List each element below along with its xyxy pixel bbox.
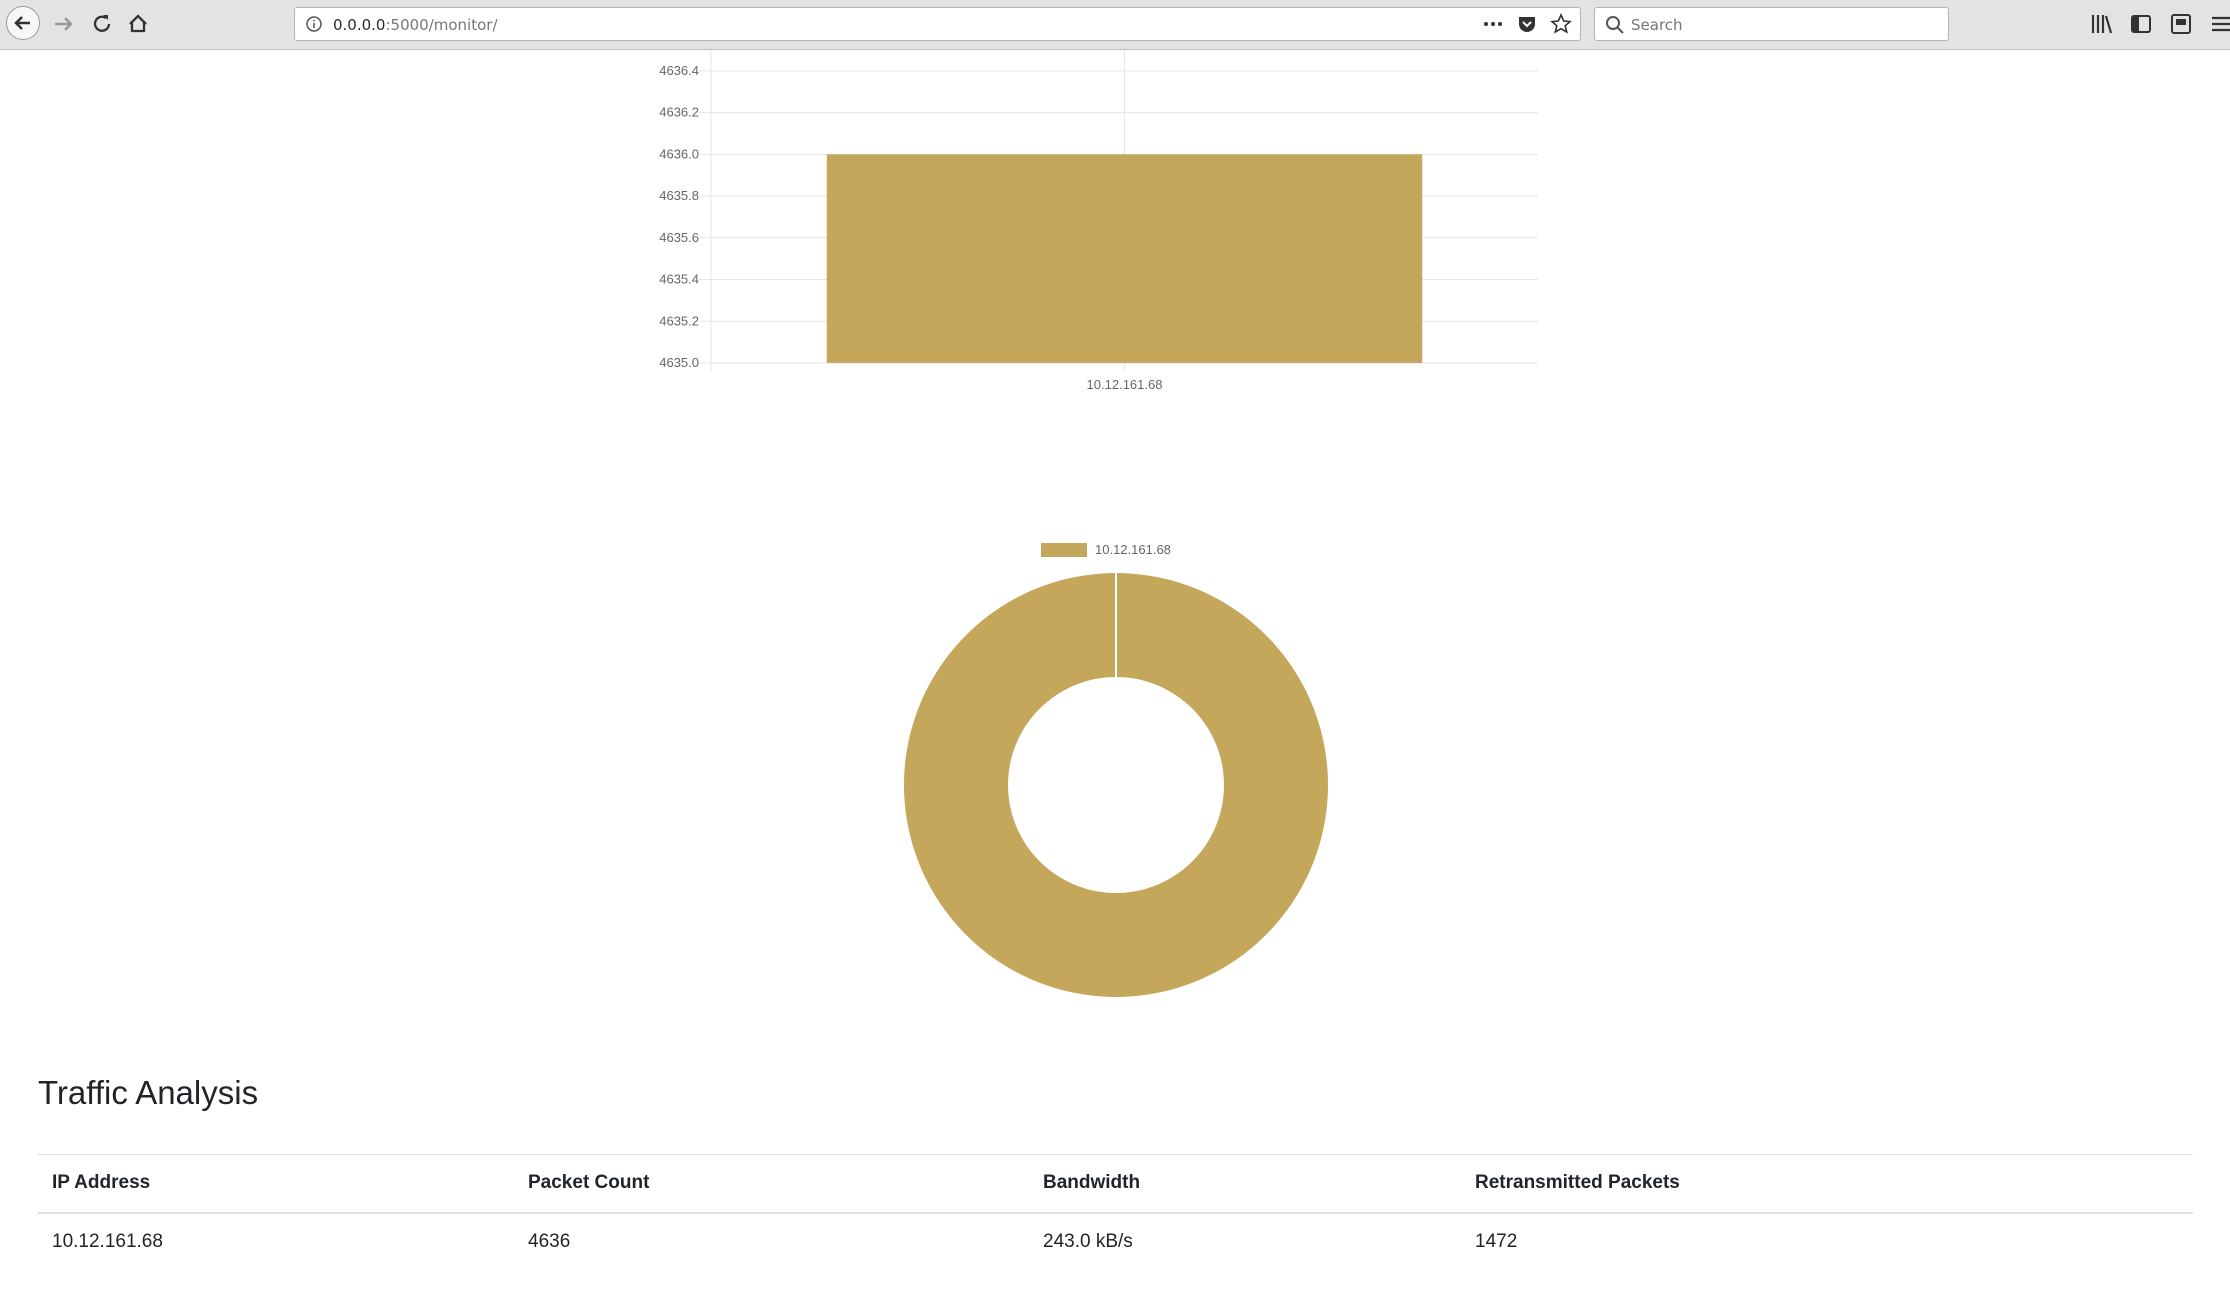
home-icon bbox=[129, 14, 147, 33]
x-tick-label: 10.12.161.68 bbox=[1087, 377, 1163, 392]
reload-button[interactable] bbox=[84, 6, 120, 42]
browser-toolbar: 0.0.0.0:5000/monitor/ Search bbox=[0, 0, 2230, 50]
column-header-packet-count: Packet Count bbox=[528, 1172, 650, 1194]
search-icon bbox=[1605, 15, 1625, 35]
y-tick-label: 4636.4 bbox=[659, 63, 699, 78]
info-icon[interactable] bbox=[305, 15, 323, 33]
forward-button[interactable] bbox=[46, 6, 82, 42]
library-icon[interactable] bbox=[2090, 12, 2112, 36]
section-title: Traffic Analysis bbox=[38, 1074, 259, 1111]
y-tick-label: 4635.0 bbox=[659, 355, 699, 370]
table-row: 10.12.161.68 4636 243.0 kB/s 1472 bbox=[38, 1213, 2193, 1270]
url-text: 0.0.0.0:5000/monitor/ bbox=[333, 16, 498, 34]
y-tick-label: 4636.2 bbox=[659, 105, 699, 120]
back-button[interactable] bbox=[6, 6, 40, 40]
bar bbox=[826, 154, 1423, 363]
y-tick-label: 4636.0 bbox=[659, 146, 699, 161]
y-tick-label: 4635.8 bbox=[659, 188, 699, 203]
packet-count-bar-chart: 4635.0 4635.2 4635.4 4635.6 4635.8 4636.0 4636… bbox=[659, 50, 1538, 392]
packet-share-donut-chart: 10.12.161.68 bbox=[903, 542, 1328, 997]
column-header-retransmitted-packets: Retransmitted Packets bbox=[1475, 1172, 1680, 1194]
traffic-table: IP Address Packet Count Bandwidth Retran… bbox=[38, 1154, 2193, 1270]
legend-label: 10.12.161.68 bbox=[1095, 542, 1171, 557]
url-bar[interactable]: 0.0.0.0:5000/monitor/ bbox=[294, 7, 1581, 41]
y-tick-label: 4635.2 bbox=[659, 313, 699, 328]
y-tick-label: 4635.6 bbox=[659, 230, 699, 245]
cell-bandwidth: 243.0 kB/s bbox=[1043, 1230, 1133, 1252]
y-tick-label: 4635.4 bbox=[659, 272, 699, 287]
column-header-ip-address: IP Address bbox=[52, 1172, 151, 1194]
cell-packet-count: 4636 bbox=[528, 1230, 571, 1252]
cell-ip-address: 10.12.161.68 bbox=[52, 1230, 163, 1252]
table-header-row: IP Address Packet Count Bandwidth Retran… bbox=[38, 1154, 2193, 1213]
sidebar-icon[interactable] bbox=[2130, 12, 2152, 36]
reload-icon bbox=[93, 15, 111, 32]
home-button[interactable] bbox=[120, 6, 156, 42]
url-path: :5000/monitor/ bbox=[385, 16, 498, 34]
more-icon[interactable] bbox=[1482, 13, 1504, 35]
search-placeholder: Search bbox=[1631, 16, 1683, 34]
pocket-icon[interactable] bbox=[1516, 13, 1538, 35]
url-host: 0.0.0.0 bbox=[333, 16, 386, 34]
back-icon bbox=[14, 16, 30, 30]
reader-icon[interactable] bbox=[2170, 12, 2192, 36]
legend-swatch bbox=[1041, 543, 1087, 557]
cell-retransmitted-packets: 1472 bbox=[1475, 1230, 1518, 1252]
bookmark-star-icon[interactable] bbox=[1550, 13, 1572, 35]
column-header-bandwidth: Bandwidth bbox=[1043, 1172, 1141, 1194]
forward-icon bbox=[55, 17, 73, 31]
search-bar[interactable]: Search bbox=[1594, 7, 1949, 41]
menu-icon[interactable] bbox=[2210, 12, 2230, 36]
